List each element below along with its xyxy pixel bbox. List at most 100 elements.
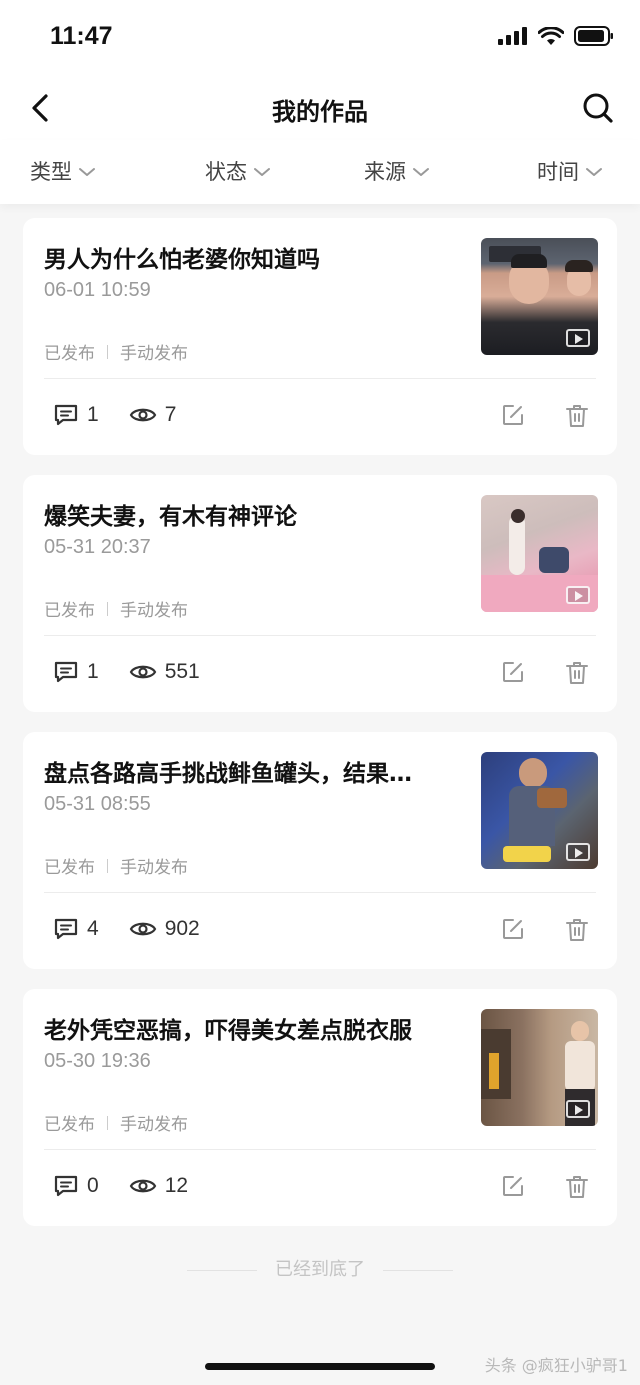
edit-icon[interactable] [501, 403, 525, 427]
edit-icon[interactable] [501, 660, 525, 684]
work-title[interactable]: 爆笑夫妻，有木有神评论 [44, 497, 469, 531]
comment-count[interactable]: 1 [53, 660, 99, 684]
trash-icon[interactable] [565, 660, 589, 686]
separator [107, 344, 108, 359]
view-count-value: 12 [164, 1174, 189, 1197]
home-indicator[interactable] [205, 1363, 435, 1370]
work-stats: 1 551 [53, 660, 200, 684]
view-count: 12 [129, 1174, 188, 1198]
view-count: 902 [129, 917, 200, 941]
thumb-detail [503, 846, 551, 862]
publish-source: 手动发布 [120, 344, 188, 364]
work-card[interactable]: 盘点各路高手挑战鲱鱼罐头，结果… 05-31 08:55 已发布 手动发布 4 … [23, 732, 617, 969]
work-card[interactable]: 爆笑夫妻，有木有神评论 05-31 20:37 已发布 手动发布 1 551 [23, 475, 617, 712]
video-thumbnail[interactable] [481, 238, 598, 355]
video-thumbnail[interactable] [481, 495, 598, 612]
divider-line [187, 1269, 257, 1271]
view-count-value: 551 [164, 660, 200, 683]
thumb-detail [511, 254, 547, 268]
trash-icon[interactable] [565, 917, 589, 943]
card-divider [44, 635, 596, 636]
comment-icon [54, 404, 78, 426]
filter-type[interactable]: 类型 [30, 156, 96, 186]
page-title: 我的作品 [272, 98, 368, 126]
status-time: 11:47 [50, 22, 113, 50]
video-thumbnail[interactable] [481, 1009, 598, 1126]
battery-icon [574, 26, 613, 46]
thumb-detail [489, 1053, 499, 1089]
filter-label: 来源 [364, 160, 406, 184]
video-thumbnail[interactable] [481, 752, 598, 869]
eye-icon [129, 922, 156, 936]
chevron-down-icon [254, 168, 270, 176]
thumb-detail [509, 515, 525, 575]
work-actions [501, 403, 589, 429]
chevron-down-icon [413, 168, 429, 176]
search-button[interactable] [580, 90, 616, 126]
work-status-line: 已发布 手动发布 [44, 1110, 188, 1135]
signal-icon [498, 27, 527, 45]
thumb-detail [537, 788, 567, 808]
video-play-icon [566, 586, 590, 604]
filter-label: 类型 [30, 160, 72, 184]
comment-count[interactable]: 0 [53, 1174, 99, 1198]
comment-icon [54, 1175, 78, 1197]
filter-bar: 类型 状态 来源 时间 [0, 140, 640, 204]
comment-count[interactable]: 1 [53, 403, 99, 427]
publish-status: 已发布 [44, 601, 95, 621]
comment-icon [54, 918, 78, 940]
watermark: 头条 @疯狂小驴哥1 [484, 1356, 628, 1375]
work-title[interactable]: 盘点各路高手挑战鲱鱼罐头，结果… [44, 754, 469, 788]
publish-status: 已发布 [44, 1115, 95, 1135]
publish-status: 已发布 [44, 858, 95, 878]
status-bar: 11:47 [0, 0, 640, 76]
status-icons [498, 26, 614, 46]
eye-icon [129, 665, 156, 679]
card-divider [44, 1149, 596, 1150]
work-status-line: 已发布 手动发布 [44, 596, 188, 621]
edit-icon[interactable] [501, 917, 525, 941]
filter-time[interactable]: 时间 [537, 156, 603, 186]
separator [107, 1115, 108, 1130]
work-date: 05-30 19:36 [44, 1050, 151, 1072]
work-date: 06-01 10:59 [44, 279, 151, 301]
eye-icon [129, 408, 156, 422]
wifi-icon [538, 26, 564, 45]
work-title[interactable]: 老外凭空恶搞，吓得美女差点脱衣服 [44, 1011, 469, 1045]
separator [107, 858, 108, 873]
end-of-list: 已经到底了 [0, 1255, 640, 1281]
thumb-detail [519, 758, 547, 788]
work-status-line: 已发布 手动发布 [44, 339, 188, 364]
thumb-detail [571, 1021, 589, 1041]
publish-source: 手动发布 [120, 858, 188, 878]
filter-source[interactable]: 来源 [364, 156, 430, 186]
trash-icon[interactable] [565, 1174, 589, 1200]
filter-label: 状态 [205, 160, 247, 184]
work-card[interactable]: 男人为什么怕老婆你知道吗 06-01 10:59 已发布 手动发布 1 7 [23, 218, 617, 455]
separator [107, 601, 108, 616]
work-status-line: 已发布 手动发布 [44, 853, 188, 878]
thumb-detail [565, 260, 593, 272]
work-card[interactable]: 老外凭空恶搞，吓得美女差点脱衣服 05-30 19:36 已发布 手动发布 0 … [23, 989, 617, 1226]
edit-icon[interactable] [501, 1174, 525, 1198]
view-count-value: 902 [164, 917, 200, 940]
works-list: 男人为什么怕老婆你知道吗 06-01 10:59 已发布 手动发布 1 7 爆笑… [23, 218, 617, 1246]
chevron-down-icon [79, 168, 95, 176]
publish-source: 手动发布 [120, 1115, 188, 1135]
divider-line [383, 1269, 453, 1271]
view-count: 7 [129, 403, 176, 427]
work-title[interactable]: 男人为什么怕老婆你知道吗 [44, 240, 469, 274]
eye-icon [129, 1179, 156, 1193]
comment-count-value: 1 [87, 403, 99, 426]
video-play-icon [566, 329, 590, 347]
chevron-down-icon [586, 168, 602, 176]
comment-count-value: 1 [87, 660, 99, 683]
trash-icon[interactable] [565, 403, 589, 429]
nav-bar: 我的作品 [0, 76, 640, 140]
work-actions [501, 917, 589, 943]
comment-count[interactable]: 4 [53, 917, 99, 941]
publish-source: 手动发布 [120, 601, 188, 621]
work-actions [501, 1174, 589, 1200]
comment-icon [54, 661, 78, 683]
filter-status[interactable]: 状态 [205, 156, 271, 186]
